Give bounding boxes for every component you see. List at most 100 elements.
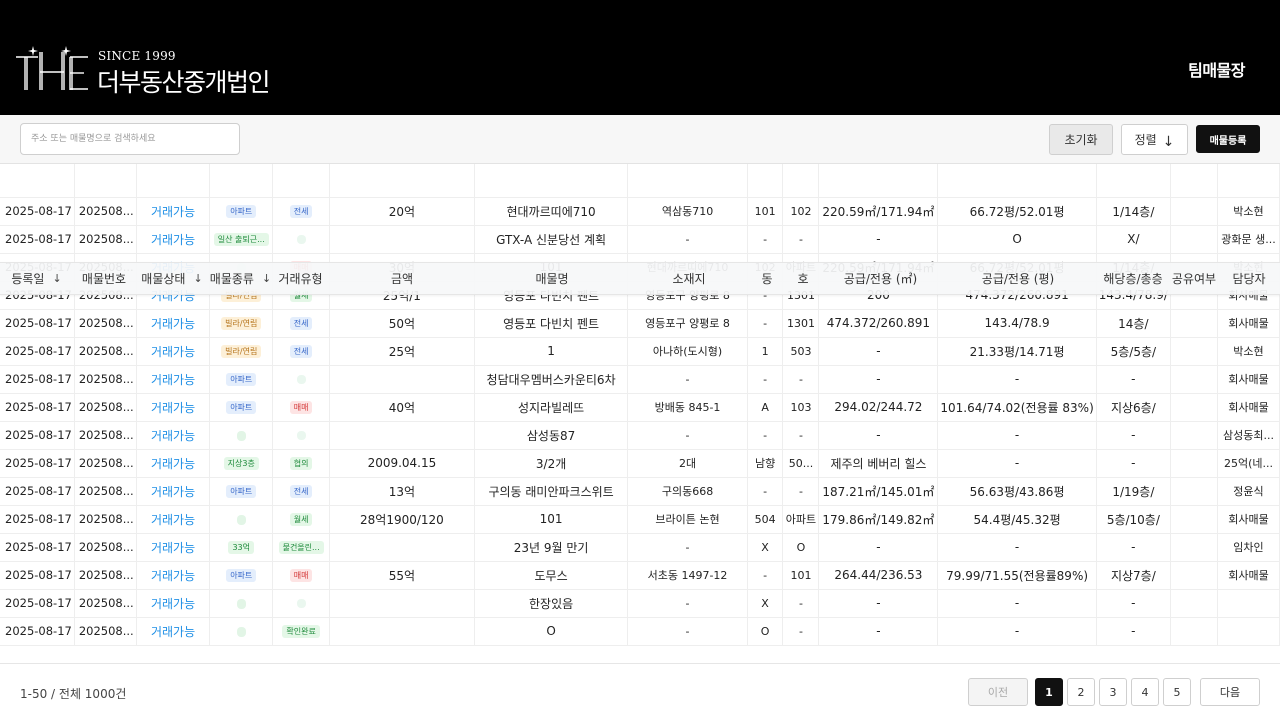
table-row[interactable]: 2025-08-17 202508... 거래가능 아파트 매매 40억 성지라빌레뜨 방배동… — [0, 393, 1280, 422]
manager-cell: 회사매물 — [1217, 309, 1280, 338]
toolbar: 초기화 정렬 ↓ 매물등록 — [0, 115, 1280, 164]
unit-cell: - — [782, 421, 820, 450]
table-row[interactable]: 2025-08-17 202508... 거래가능 아파트 청담대우멤버스카운티6차 - -… — [0, 365, 1280, 394]
column-header-building[interactable]: 동 — [749, 263, 785, 294]
listing-status-cell[interactable]: 거래가능 — [136, 533, 211, 562]
listing-status-cell[interactable]: 거래가능 — [136, 449, 211, 478]
listing-type-cell: 일산 출퇴근... — [209, 225, 274, 254]
company-logo[interactable]: SINCE 1999 더부동산중개법인 — [14, 44, 284, 97]
listing-status-cell[interactable]: 거래가능 — [136, 561, 211, 590]
column-header-listing-name[interactable]: 매물명 — [475, 263, 629, 294]
area-pyeong-cell: - — [937, 589, 1097, 618]
column-header-price[interactable]: 금액 — [329, 263, 475, 294]
table-row[interactable]: 2025-08-17 202508... 거래가능 아파트 전세 13억 구의동 래미안파크… — [0, 477, 1280, 506]
listing-type-cell: 아파트 — [209, 393, 274, 422]
sort-down-icon[interactable]: ↓ — [52, 272, 61, 285]
registered-date-cell: 2025-08-17 — [0, 337, 75, 366]
building-cell: - — [747, 309, 784, 338]
area-pyeong-cell: - — [937, 365, 1097, 394]
column-header-floor[interactable]: 해당층/총층 — [1096, 263, 1170, 294]
table-row[interactable]: 2025-08-17 202508... 거래가능 33억 물건올린... 23년 9월 … — [0, 533, 1280, 562]
area-sqm-cell: - — [818, 533, 939, 562]
column-header-label: 공유여부 — [1171, 272, 1217, 286]
listing-name-cell: GTX-A 신분당선 계획 — [474, 225, 629, 254]
table-row[interactable]: 2025-08-17 202508... 거래가능 일산 출퇴근... GTX-A 신분… — [0, 225, 1280, 254]
location-cell: - — [627, 533, 748, 562]
listing-status-cell[interactable]: 거래가능 — [136, 589, 211, 618]
column-header-listing-type[interactable]: 매물종류 ↓ — [209, 263, 272, 294]
deal-type-badge: 확인완료 — [282, 625, 320, 638]
column-header-location[interactable]: 소재지 — [629, 263, 749, 294]
area-sqm-cell: - — [818, 617, 939, 646]
registered-date-cell: 2025-08-17 — [0, 505, 75, 534]
listing-status-cell[interactable]: 거래가능 — [136, 421, 211, 450]
floor-cell: 5층/5층/ — [1096, 337, 1171, 366]
column-header-listing-number[interactable]: 매물번호 — [73, 263, 135, 294]
page-button-3[interactable]: 3 — [1099, 678, 1127, 706]
app-header: SINCE 1999 더부동산중개법인 팀매물장 — [0, 0, 1280, 115]
floor-cell: 14층/ — [1096, 309, 1171, 338]
area-sqm-cell: 제주의 베버리 힐스 — [818, 449, 939, 478]
register-listing-button[interactable]: 매물등록 — [1196, 125, 1260, 153]
registered-date-cell: 2025-08-17 — [0, 561, 75, 590]
listing-status-cell[interactable]: 거래가능 — [136, 225, 211, 254]
sort-down-icon[interactable]: ↓ — [262, 272, 271, 285]
reset-button[interactable]: 초기화 — [1049, 124, 1113, 155]
listing-status-cell[interactable]: 거래가능 — [136, 393, 211, 422]
listing-status-cell[interactable]: 거래가능 — [136, 365, 211, 394]
table-row[interactable]: 2025-08-17 202508... 거래가능 지상3층 협의 2009.04.15 3… — [0, 449, 1280, 478]
listing-status-cell[interactable]: 거래가능 — [136, 337, 211, 366]
table-row[interactable]: 2025-08-17 202508... 거래가능 아파트 매매 55억 도무스 서초동 14… — [0, 561, 1280, 590]
floor-cell: 지상7층/ — [1096, 561, 1171, 590]
column-header-registered-date[interactable]: 등록일 ↓ — [0, 263, 73, 294]
location-cell: - — [627, 365, 748, 394]
table-row[interactable]: 2025-08-17 202508... 거래가능 월세 28억1900/120 101 브… — [0, 505, 1280, 534]
table-row[interactable]: 2025-08-17 202508... 거래가능 한장있음 - X - - - - — [0, 589, 1280, 618]
area-pyeong-cell: 66.72평/52.01평 — [937, 197, 1097, 226]
page-button-4[interactable]: 4 — [1131, 678, 1159, 706]
listing-number-cell: 202508... — [74, 421, 137, 450]
price-cell — [329, 365, 475, 394]
listing-status-cell[interactable]: 거래가능 — [136, 505, 211, 534]
column-header-unit[interactable]: 호 — [785, 263, 821, 294]
listing-number-cell: 202508... — [74, 365, 137, 394]
search-input[interactable] — [20, 123, 240, 155]
sort-down-icon[interactable]: ↓ — [193, 272, 202, 285]
deal-type-cell: 협의 — [272, 449, 331, 478]
listing-type-cell: 빌라/연립 — [209, 309, 274, 338]
page-number: 4 — [1141, 685, 1149, 699]
table-row[interactable]: 2025-08-17 202508... 거래가능 빌라/연립 전세 25억 1 아나하(도시… — [0, 337, 1280, 366]
table-row[interactable]: 2025-08-17 202508... 거래가능 삼성동87- - - - - - 삼성동최..… — [0, 421, 1280, 450]
price-cell: 25억 — [329, 337, 475, 366]
column-header-area-pyeong[interactable]: 공급/전용 (평) — [940, 263, 1096, 294]
listing-status-cell[interactable]: 거래가능 — [136, 197, 211, 226]
listing-status-cell[interactable]: 거래가능 — [136, 309, 211, 338]
deal-type-badge — [296, 599, 306, 608]
listing-type-cell: 지상3층 — [209, 449, 274, 478]
listing-status-cell[interactable]: 거래가능 — [136, 617, 211, 646]
logo-since-text: SINCE 1999 — [98, 49, 176, 63]
table-row[interactable]: 2025-08-17 202508... 거래가능 빌라/연립 전세 50억 영등포 다빈치… — [0, 309, 1280, 338]
column-header-shared[interactable]: 공유여부 — [1170, 263, 1218, 294]
column-header-deal-type[interactable]: 거래유형 — [272, 263, 329, 294]
registered-date-cell: 2025-08-17 — [0, 477, 75, 506]
column-header-label: 공급/전용 (㎡) — [843, 272, 918, 286]
listing-status-cell[interactable]: 거래가능 — [136, 477, 211, 506]
listings-table-area[interactable]: 2025-08-17 202508... 거래가능 아파트 전세 20억 현대까르띠에710… — [0, 164, 1280, 663]
column-header-manager[interactable]: 담당자 — [1218, 263, 1280, 294]
manager-cell: 25억(네... — [1217, 449, 1280, 478]
unit-cell: - — [782, 477, 820, 506]
next-page-button[interactable]: 다음 — [1200, 678, 1260, 706]
page-button-1[interactable]: 1 — [1035, 678, 1063, 706]
table-row[interactable]: 2025-08-17 202508... 거래가능 확인완료 O - O - - - - — [0, 617, 1280, 646]
column-header-listing-status[interactable]: 매물상태 ↓ — [135, 263, 209, 294]
page-button-5[interactable]: 5 — [1163, 678, 1191, 706]
area-pyeong-cell: 54.4평/45.32평 — [937, 505, 1097, 534]
deal-type-cell: 물건올린... — [272, 533, 331, 562]
table-row[interactable]: 2025-08-17 202508... 거래가능 아파트 전세 20억 현대까르띠에710… — [0, 197, 1280, 226]
prev-page-button[interactable]: 이전 — [968, 678, 1028, 706]
page-button-2[interactable]: 2 — [1067, 678, 1095, 706]
column-header-area-sqm[interactable]: 공급/전용 (㎡) — [821, 263, 940, 294]
column-header-label: 호 — [797, 272, 809, 286]
sort-button[interactable]: 정렬 ↓ — [1121, 124, 1188, 155]
